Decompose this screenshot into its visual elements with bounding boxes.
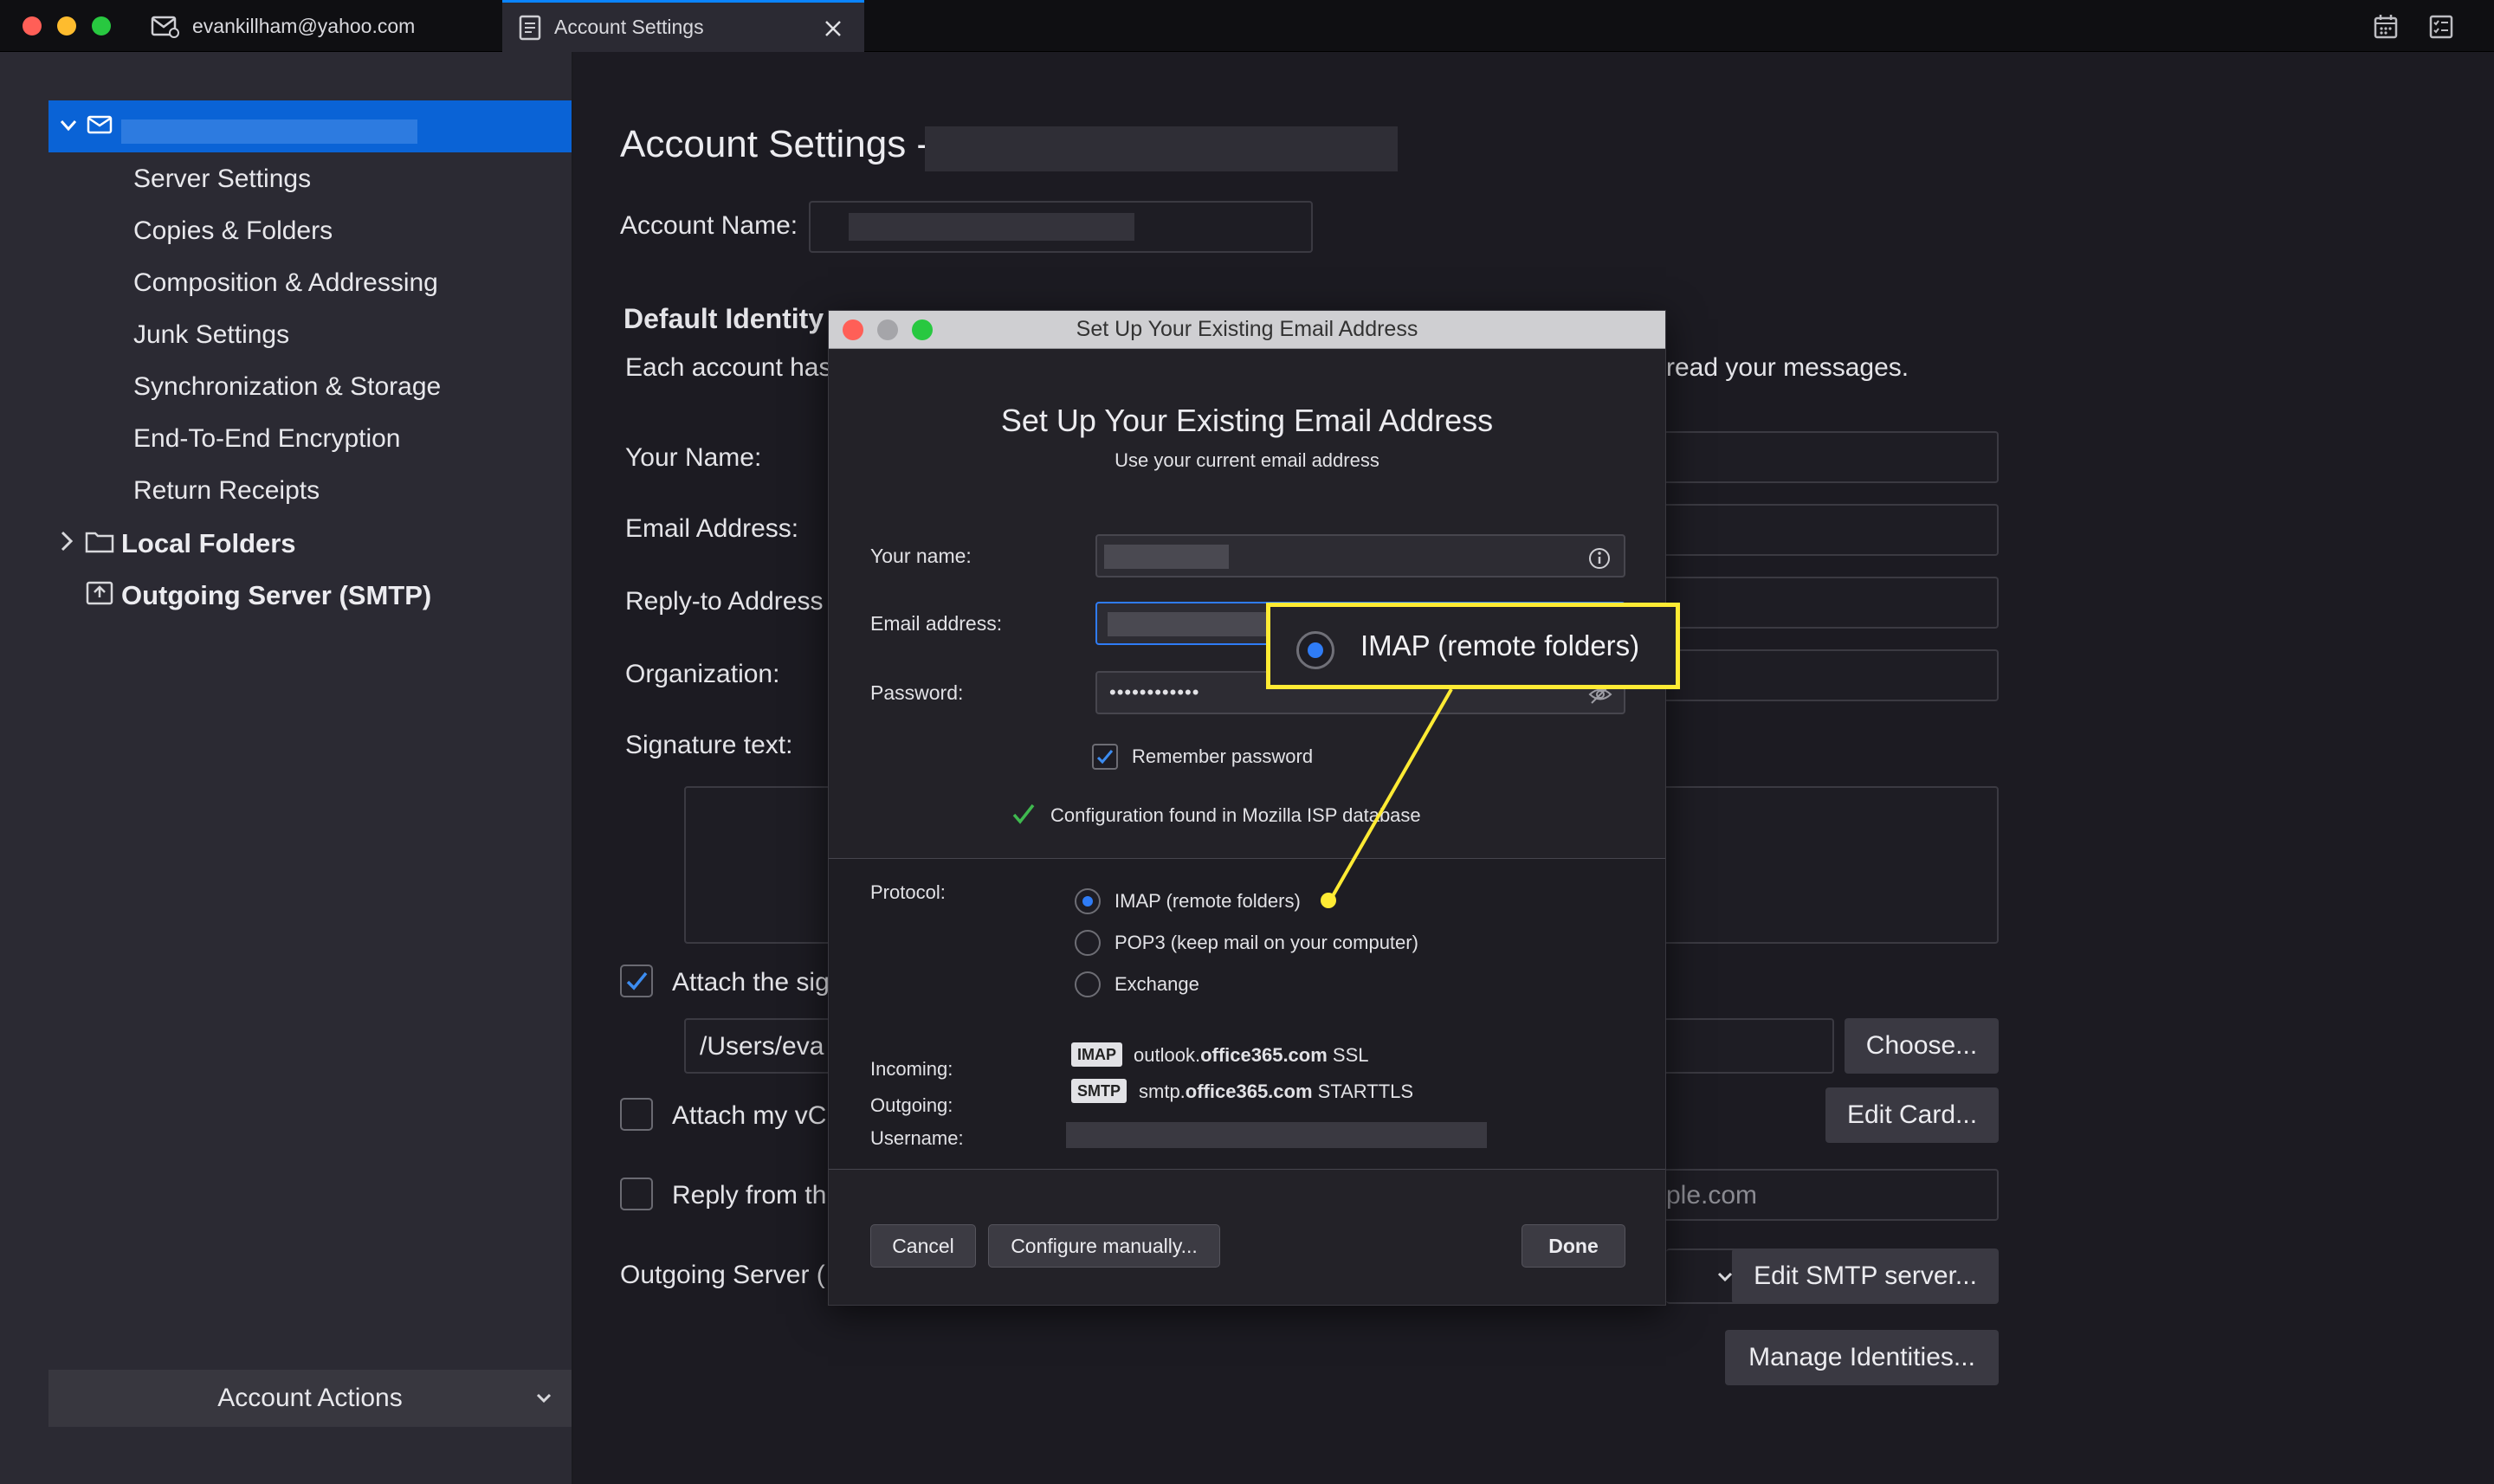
callout-label: IMAP (remote folders) xyxy=(1360,629,1640,661)
callout-radio-icon xyxy=(1296,631,1334,669)
imap-callout: IMAP (remote folders) xyxy=(1266,603,1680,689)
callout-connector xyxy=(1321,688,1453,908)
